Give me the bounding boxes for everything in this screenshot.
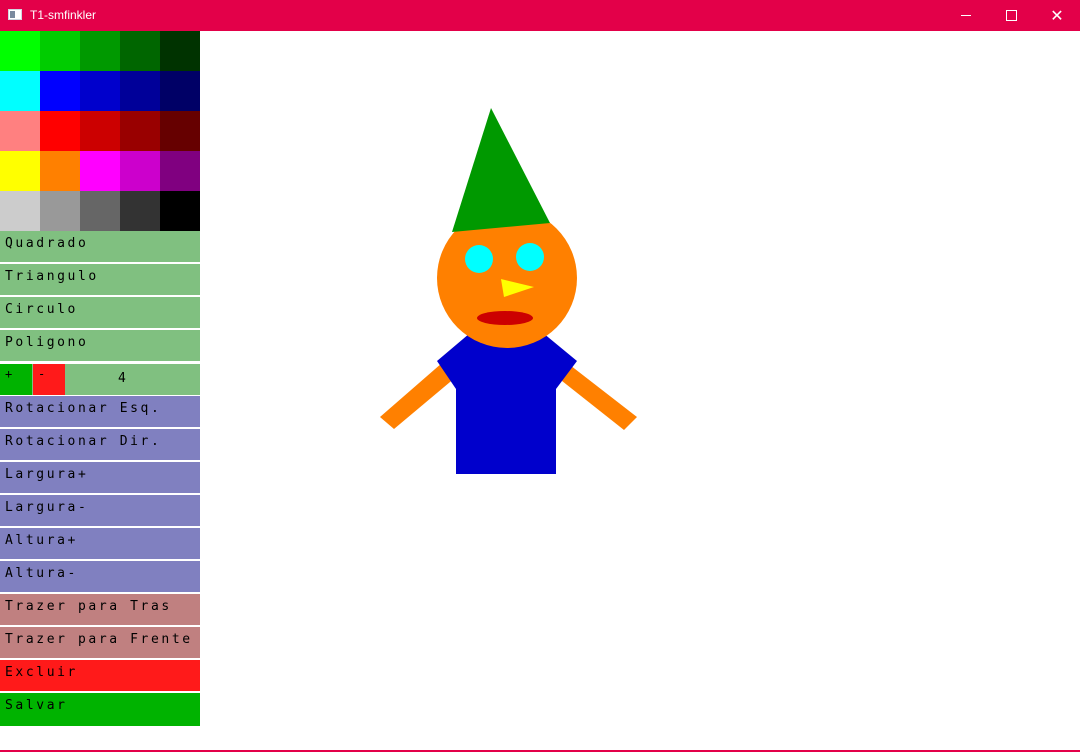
hat-shape[interactable] [452, 108, 550, 232]
quadrado-button[interactable]: Quadrado [0, 231, 200, 263]
color-swatch[interactable] [0, 31, 40, 71]
minimize-button[interactable] [943, 0, 989, 31]
width-increase-button[interactable]: Largura+ [0, 462, 200, 494]
color-swatch[interactable] [120, 31, 160, 71]
maximize-icon [1006, 10, 1017, 21]
color-swatch[interactable] [40, 111, 80, 151]
body-shape[interactable] [437, 328, 577, 474]
color-swatch[interactable] [80, 151, 120, 191]
color-swatch[interactable] [120, 111, 160, 151]
color-swatch[interactable] [40, 31, 80, 71]
close-button[interactable]: ✕ [1034, 0, 1080, 31]
color-swatch[interactable] [40, 71, 80, 111]
right-arm-shape[interactable] [557, 362, 637, 430]
left-arm-shape[interactable] [380, 363, 456, 429]
color-swatch[interactable] [120, 191, 160, 231]
color-swatch[interactable] [160, 191, 200, 231]
color-swatch[interactable] [80, 31, 120, 71]
color-swatch[interactable] [80, 191, 120, 231]
send-backward-button[interactable]: Trazer para Tras [0, 594, 200, 626]
rotate-left-button[interactable]: Rotacionar Esq. [0, 396, 200, 428]
triangulo-button[interactable]: Triangulo [0, 264, 200, 296]
color-swatch[interactable] [80, 71, 120, 111]
delete-button[interactable]: Excluir [0, 660, 200, 692]
color-swatch[interactable] [120, 151, 160, 191]
rotate-right-button[interactable]: Rotacionar Dir. [0, 429, 200, 461]
color-swatch[interactable] [160, 111, 200, 151]
height-increase-button[interactable]: Altura+ [0, 528, 200, 560]
color-swatch[interactable] [40, 151, 80, 191]
color-swatch[interactable] [0, 111, 40, 151]
width-decrease-button[interactable]: Largura- [0, 495, 200, 527]
color-swatch[interactable] [0, 191, 40, 231]
minimize-icon [961, 15, 971, 16]
color-swatch[interactable] [0, 151, 40, 191]
left-eye-shape[interactable] [465, 245, 493, 273]
color-swatch[interactable] [120, 71, 160, 111]
color-swatch[interactable] [160, 31, 200, 71]
window-title: T1-smfinkler [30, 8, 97, 22]
app-window-icon [8, 9, 22, 20]
color-swatch[interactable] [0, 71, 40, 111]
sides-increase-button[interactable]: + [0, 364, 32, 395]
sides-decrease-button[interactable]: - [33, 364, 65, 395]
color-palette [0, 31, 200, 231]
height-decrease-button[interactable]: Altura- [0, 561, 200, 593]
title-bar: T1-smfinkler ✕ [0, 0, 1080, 31]
color-swatch[interactable] [40, 191, 80, 231]
save-button[interactable]: Salvar [0, 693, 200, 727]
sides-count: 4 [118, 371, 126, 386]
right-eye-shape[interactable] [516, 243, 544, 271]
polygon-sides-row: + - 4 [0, 364, 200, 396]
bring-forward-button[interactable]: Trazer para Frente [0, 627, 200, 659]
color-swatch[interactable] [80, 111, 120, 151]
circulo-button[interactable]: Circulo [0, 297, 200, 329]
mouth-shape[interactable] [477, 311, 533, 325]
color-swatch[interactable] [160, 71, 200, 111]
poligono-button[interactable]: Poligono [0, 330, 200, 362]
color-swatch[interactable] [160, 151, 200, 191]
close-icon: ✕ [1050, 6, 1064, 25]
drawing-svg [380, 108, 637, 474]
drawing-canvas[interactable] [200, 31, 1080, 752]
maximize-button[interactable] [988, 0, 1034, 31]
